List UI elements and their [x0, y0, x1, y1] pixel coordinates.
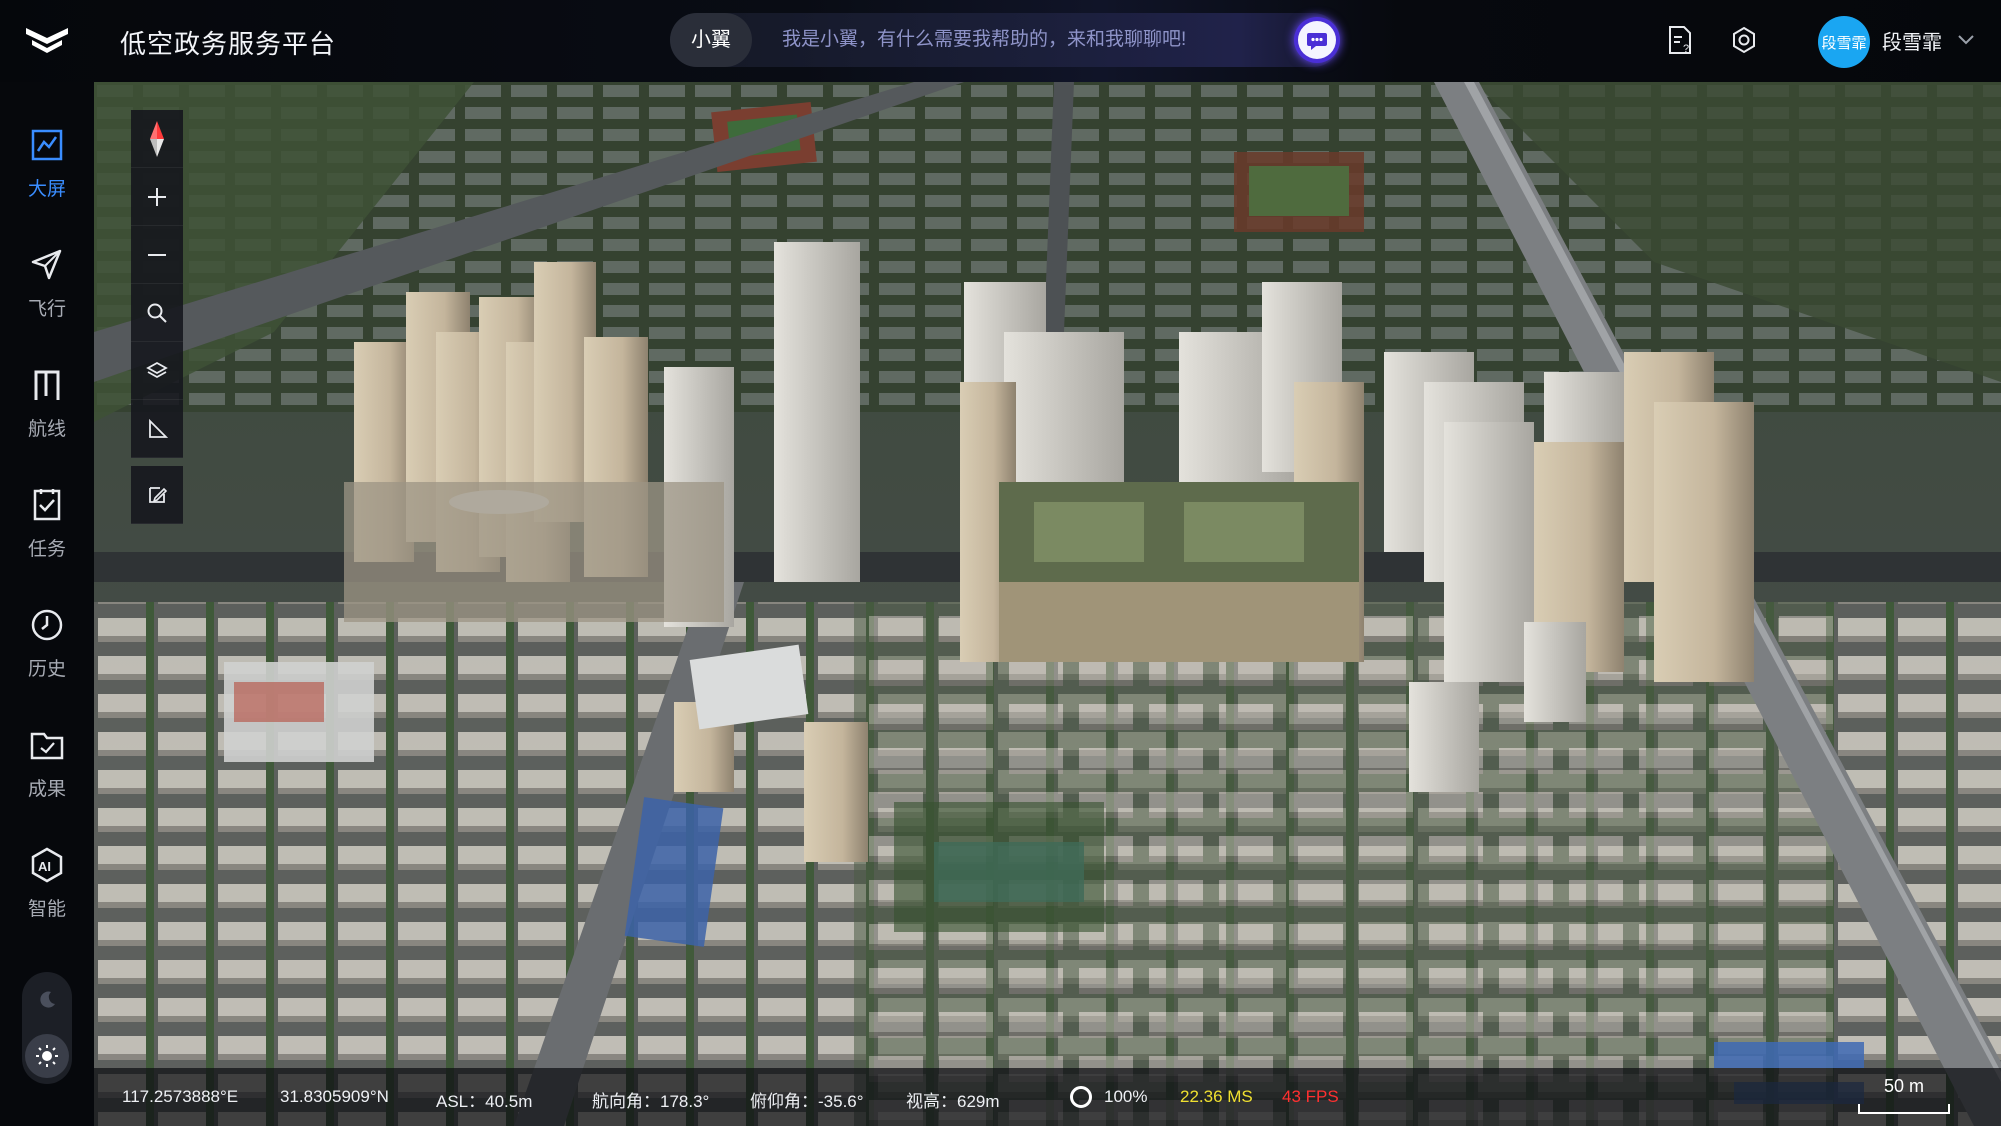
svg-text:?: ? — [1683, 43, 1689, 55]
help-document-icon[interactable]: ? — [1662, 22, 1698, 58]
ai-badge-icon: AI — [31, 847, 63, 883]
app-title: 低空政务服务平台 — [120, 29, 337, 59]
latitude-readout: 31.8305909°N — [280, 1087, 389, 1106]
fps-counter: 43 FPS — [1282, 1087, 1339, 1106]
sidebar-item-label: 飞行 — [27, 299, 66, 320]
aerial-city-scene — [94, 82, 2001, 1126]
user-name[interactable]: 段雪霏 — [1882, 26, 1942, 55]
view-height-readout: 视高：629m — [906, 1092, 1000, 1111]
moon-icon[interactable] — [25, 978, 69, 1022]
chevron-down-icon[interactable] — [1952, 26, 1980, 54]
pitch-readout: 俯仰角：-35.6° — [750, 1092, 864, 1111]
scale-label: 50 m — [1883, 1076, 1925, 1096]
sidebar-item-label: 航线 — [27, 419, 66, 440]
clock-icon — [31, 609, 63, 641]
measure-angle-icon[interactable] — [131, 400, 183, 458]
paper-plane-icon — [31, 249, 62, 280]
assistant-bar[interactable]: 小翼 我是小翼，有什么需要我帮助的，来和我聊聊吧! — [670, 13, 1340, 67]
sidebar-item-dashboard[interactable]: 大屏 — [0, 112, 94, 212]
route-icon — [34, 370, 60, 400]
top-header: 低空政务服务平台 小翼 我是小翼，有什么需要我帮助的，来和我聊聊吧! ? 段雪霏… — [0, 0, 2001, 82]
sidebar-item-label: 大屏 — [27, 179, 66, 200]
map-toolbar — [131, 110, 183, 524]
frame-time-ms: 22.36 MS — [1180, 1087, 1253, 1106]
sun-icon[interactable] — [25, 1034, 69, 1078]
app-logo-icon[interactable] — [24, 22, 70, 58]
chat-bubble-icon — [1298, 21, 1336, 59]
user-avatar[interactable]: 段雪霏 — [1818, 16, 1870, 68]
sidebar-item-route[interactable]: 航线 — [0, 352, 94, 452]
zoom-out-icon[interactable] — [131, 226, 183, 284]
sidebar-item-flight[interactable]: 飞行 — [0, 232, 94, 332]
assistant-chat-button[interactable] — [1294, 17, 1340, 63]
dashboard-chart-icon — [31, 129, 63, 161]
sidebar-item-label: 任务 — [27, 539, 66, 560]
assistant-name-tag[interactable]: 小翼 — [670, 13, 752, 67]
map-scale: 50 m — [1858, 1076, 1950, 1116]
longitude-readout: 117.2573888°E — [122, 1087, 239, 1106]
compass-icon[interactable] — [131, 110, 183, 168]
assistant-prompt[interactable]: 我是小翼，有什么需要我帮助的，来和我聊聊吧! — [782, 13, 1186, 67]
sidebar-item-label: 历史 — [27, 659, 66, 680]
loading-ring-icon — [1070, 1086, 1092, 1108]
svg-text:AI: AI — [38, 859, 51, 874]
load-percent: 100% — [1104, 1087, 1148, 1106]
map-status-bar: 117.2573888°E 31.8305909°N ASL：40.5m 航向角… — [94, 1068, 2001, 1126]
search-icon[interactable] — [131, 284, 183, 342]
folder-result-icon — [30, 732, 64, 760]
scale-bar — [1858, 1104, 1950, 1114]
heading-readout: 航向角：178.3° — [592, 1092, 710, 1111]
layers-icon[interactable] — [131, 342, 183, 400]
zoom-in-icon[interactable] — [131, 168, 183, 226]
asl-readout: ASL：40.5m — [436, 1092, 533, 1111]
edit-icon[interactable] — [131, 466, 183, 524]
3d-map-view[interactable] — [94, 82, 2001, 1126]
sidebar-item-label: 智能 — [27, 899, 66, 920]
task-check-icon — [33, 489, 61, 521]
sidebar-item-history[interactable]: 历史 — [0, 592, 94, 692]
sidebar-nav: 大屏 飞行 航线 任务 历史 成果 AI 智能 — [0, 82, 94, 1126]
sidebar-item-label: 成果 — [27, 779, 66, 800]
theme-toggle[interactable] — [22, 972, 72, 1084]
settings-gear-icon[interactable] — [1726, 22, 1762, 58]
sidebar-item-results[interactable]: 成果 — [0, 712, 94, 812]
sidebar-item-task[interactable]: 任务 — [0, 472, 94, 572]
sidebar-item-ai[interactable]: AI 智能 — [0, 832, 94, 932]
